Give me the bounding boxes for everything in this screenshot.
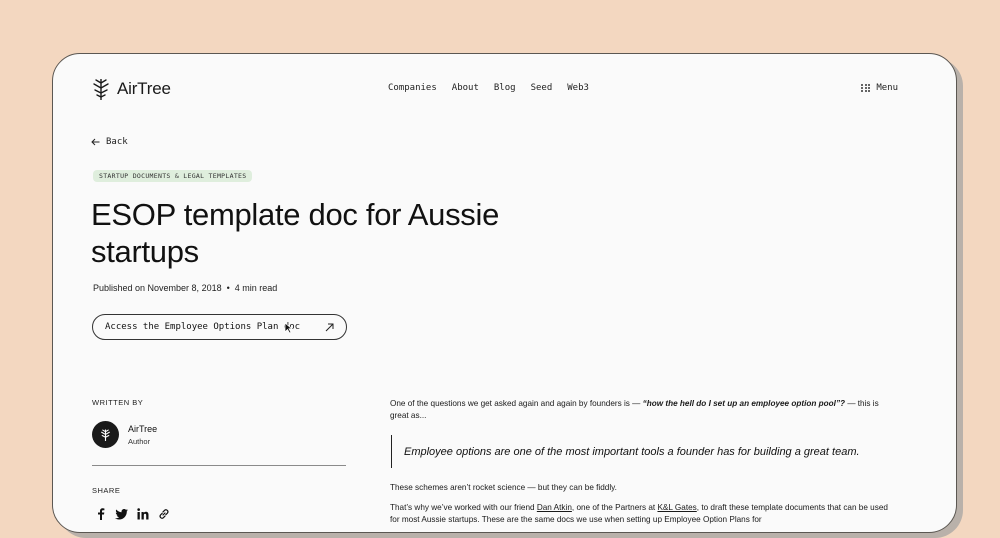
meta-separator: •: [226, 283, 230, 293]
logo-text: AirTree: [117, 79, 171, 98]
read-time: 4 min read: [234, 283, 278, 293]
article-text: One of the questions we get asked again …: [390, 399, 643, 408]
link-dan-atkin[interactable]: Dan Atkin: [537, 503, 572, 512]
link-kl-gates[interactable]: K&L Gates: [657, 503, 696, 512]
author-name: AirTree: [128, 423, 158, 434]
article-emphasis: “how the hell do I set up an employee op…: [642, 399, 846, 408]
article-paragraph: These schemes aren’t rocket science — bu…: [390, 483, 617, 492]
article-paragraph: That’s why we’ve worked with our friend …: [390, 502, 893, 526]
author-info: AirTree Author: [128, 424, 157, 446]
grid-menu-icon: [861, 83, 871, 93]
linkedin-icon[interactable]: [136, 507, 150, 521]
twitter-icon[interactable]: [115, 507, 129, 521]
written-by-label: WRITTEN BY: [92, 398, 144, 407]
tree-logo-icon: [101, 428, 110, 441]
access-doc-button[interactable]: Access the Employee Options Plan doc: [92, 314, 347, 340]
back-link[interactable]: Back: [91, 137, 128, 147]
sidebar-divider: [92, 465, 346, 466]
menu-button[interactable]: Menu: [861, 83, 898, 93]
link-icon[interactable]: [157, 507, 171, 521]
author-card[interactable]: AirTree Author: [92, 421, 157, 448]
back-label: Back: [106, 137, 128, 147]
menu-label: Menu: [876, 83, 898, 93]
arrow-up-right-icon: [325, 323, 334, 331]
author-avatar: [92, 421, 119, 448]
pull-quote: Employee options are one of the most imp…: [391, 435, 891, 468]
nav-web3[interactable]: Web3: [567, 83, 589, 93]
nav-seed[interactable]: Seed: [531, 83, 553, 93]
article-text: That’s why we’ve worked with our friend: [390, 503, 537, 512]
article-text: , one of the Partners at: [571, 503, 658, 512]
publish-meta: Published on November 8, 2018 • 4 min re…: [93, 283, 277, 293]
main-nav: Companies About Blog Seed Web3: [388, 83, 589, 93]
category-badge[interactable]: STARTUP DOCUMENTS & LEGAL TEMPLATES: [93, 170, 253, 182]
publish-date: Published on November 8, 2018: [93, 283, 222, 293]
arrow-left-icon: [91, 138, 100, 146]
facebook-icon[interactable]: [94, 507, 108, 521]
social-share-links: [94, 507, 171, 521]
article-paragraph: One of the questions we get asked again …: [390, 398, 893, 422]
nav-blog[interactable]: Blog: [494, 83, 516, 93]
author-role: Author: [128, 436, 151, 446]
nav-about[interactable]: About: [452, 83, 479, 93]
nav-companies[interactable]: Companies: [388, 83, 437, 93]
page-title: ESOP template doc for Aussie startups: [91, 197, 500, 269]
airtree-logo[interactable]: AirTree: [91, 77, 171, 101]
tree-logo-icon: [93, 79, 109, 100]
access-doc-label: Access the Employee Options Plan doc: [105, 322, 301, 332]
share-label: SHARE: [92, 486, 121, 495]
browser-card: AirTree Companies About Blog Seed Web3 M…: [52, 53, 957, 533]
mouse-cursor-icon: [284, 322, 293, 334]
